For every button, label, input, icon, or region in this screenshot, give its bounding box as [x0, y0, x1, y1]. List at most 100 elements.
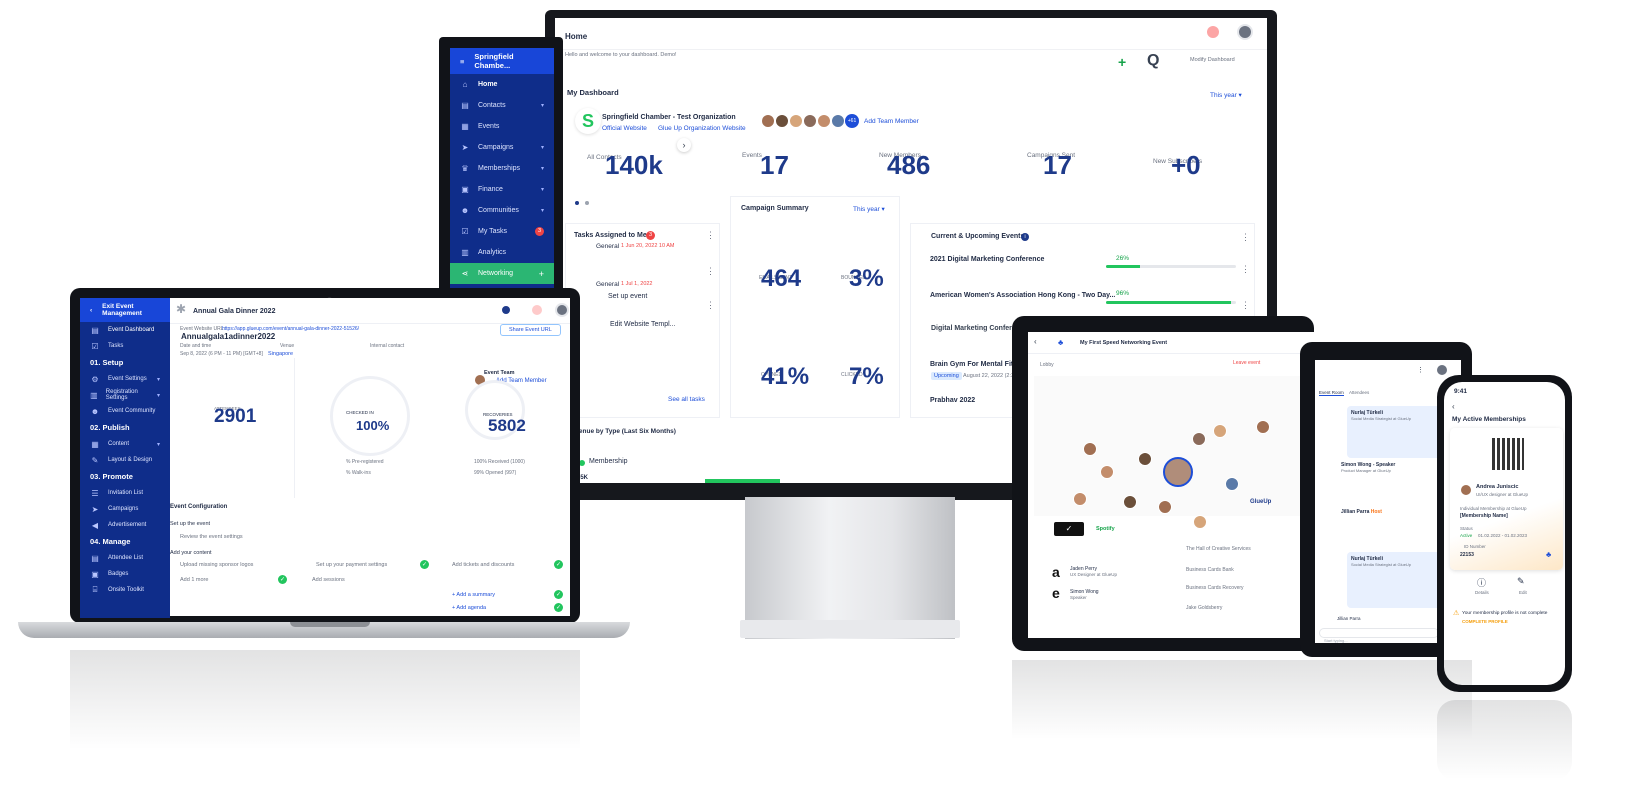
- config-item[interactable]: + Add a summary: [452, 592, 495, 598]
- attendee-avatar[interactable]: [1123, 495, 1137, 509]
- list-item[interactable]: The Hall of Creative Services: [1186, 546, 1251, 552]
- event-name[interactable]: 2021 Digital Marketing Conference: [930, 256, 1044, 263]
- avatar: [831, 114, 845, 128]
- tab-event-room[interactable]: Event Room: [1319, 390, 1344, 396]
- config-setup-item[interactable]: Review the event settings: [180, 534, 243, 540]
- sidebar-item-campaigns[interactable]: ➤ Campaigns ▾: [450, 137, 554, 158]
- sidebar-item-event-community[interactable]: ☻ Event Community: [80, 403, 170, 419]
- carousel-dot[interactable]: [575, 201, 579, 205]
- more-icon[interactable]: ⋮: [1241, 232, 1250, 243]
- stat-card[interactable]: New Subscribers +0: [1113, 130, 1263, 210]
- attendee-avatar[interactable]: [1083, 442, 1097, 456]
- config-item[interactable]: Set up your payment settings: [316, 562, 387, 568]
- attendee-avatar[interactable]: [1192, 432, 1206, 446]
- carousel-dot[interactable]: [585, 201, 589, 205]
- back-arrow-icon[interactable]: ‹: [1034, 337, 1037, 346]
- edit-button[interactable]: Edit: [1519, 590, 1527, 595]
- attendee-avatar[interactable]: [1163, 457, 1193, 487]
- sidebar-item-advertisement[interactable]: ◀ Advertisement: [80, 517, 170, 533]
- more-icon[interactable]: ⋮: [706, 300, 715, 311]
- sidebar-item-tasks[interactable]: ☑ Tasks: [80, 338, 170, 354]
- task-name[interactable]: Edit Website Templ...: [610, 321, 676, 328]
- config-item[interactable]: Add sessions: [312, 577, 345, 583]
- venue-value[interactable]: Singapore: [268, 351, 293, 357]
- more-icon[interactable]: ⋮: [1241, 300, 1250, 311]
- carousel-next-icon[interactable]: ›: [677, 138, 691, 152]
- chat-avatar[interactable]: [1437, 365, 1447, 375]
- add-team-member-link[interactable]: Add Team Member: [864, 118, 919, 125]
- edit-icon[interactable]: ✎: [1517, 576, 1525, 587]
- sidebar-item-attendee-list[interactable]: ▤ Attendee List: [80, 550, 170, 566]
- sidebar-item-event-settings[interactable]: ⚙ Event Settings ▾: [80, 371, 170, 387]
- event-name[interactable]: Prabhav 2022: [930, 397, 975, 404]
- exit-event-management[interactable]: ‹ Exit Event Management: [80, 298, 170, 322]
- bell-icon[interactable]: [532, 305, 542, 315]
- sidebar-item-event-dashboard[interactable]: ▤ Event Dashboard: [80, 322, 170, 338]
- chat-input[interactable]: Start typing...: [1319, 628, 1439, 643]
- sidebar-item-contacts[interactable]: ▤ Contacts ▾: [450, 95, 554, 116]
- attendee-avatar[interactable]: [1073, 492, 1087, 506]
- task-name[interactable]: Set up event: [608, 293, 647, 300]
- sidebar-item-networking[interactable]: ⋖ Networking +: [450, 263, 554, 284]
- more-icon[interactable]: ⋮: [706, 266, 715, 277]
- user-avatar[interactable]: [555, 303, 569, 317]
- attendee-avatar[interactable]: [1158, 500, 1172, 514]
- info-icon[interactable]: [502, 306, 510, 314]
- period-select[interactable]: This year ▾: [1210, 91, 1242, 99]
- bell-icon[interactable]: [1207, 26, 1219, 38]
- sidebar-item-events[interactable]: ▦ Events: [450, 116, 554, 137]
- attendee-avatar[interactable]: [1256, 420, 1270, 434]
- sidebar-item-finance[interactable]: ▣ Finance ▾: [450, 179, 554, 200]
- stat-card[interactable]: Campaigns Sent 17: [975, 130, 1105, 210]
- details-icon[interactable]: ⓘ: [1477, 576, 1486, 589]
- menu-icon[interactable]: ≡: [460, 57, 464, 66]
- details-button[interactable]: Details: [1475, 590, 1489, 595]
- sidebar-item-content[interactable]: ▦ Content ▾: [80, 436, 170, 452]
- share-event-url-button[interactable]: Share Event URL: [500, 324, 561, 336]
- attendee-avatar[interactable]: [1138, 452, 1152, 466]
- sidebar-item-layout-design[interactable]: ✎ Layout & Design: [80, 452, 170, 468]
- more-icon[interactable]: ⋮: [1241, 264, 1250, 275]
- user-avatar[interactable]: [1237, 24, 1253, 40]
- sidebar-item-campaigns[interactable]: ➤ Campaigns: [80, 501, 170, 517]
- org-switcher[interactable]: ≡ Springfield Chambe...: [450, 48, 554, 74]
- attendee-avatar[interactable]: [1213, 424, 1227, 438]
- sidebar-item-communities[interactable]: ☻ Communities ▾: [450, 200, 554, 221]
- campaign-period-select[interactable]: This year ▾: [853, 205, 885, 213]
- complete-profile-link[interactable]: COMPLETE PROFILE: [1462, 619, 1508, 624]
- tab-attendees[interactable]: Attendees: [1349, 390, 1369, 395]
- see-all-tasks-link[interactable]: See all tasks: [668, 396, 705, 403]
- send-icon: ➤: [91, 504, 99, 514]
- sidebar-item-badges[interactable]: ▣ Badges: [80, 566, 170, 582]
- attendee-avatar[interactable]: [1100, 465, 1114, 479]
- sidebar-item-analytics[interactable]: ▥ Analytics: [450, 242, 554, 263]
- leave-event-button[interactable]: Leave event: [1233, 360, 1260, 366]
- search-icon[interactable]: Q: [1147, 52, 1159, 70]
- config-item[interactable]: Add tickets and discounts: [452, 562, 514, 568]
- sidebar-item-invitation-list[interactable]: ☰ Invitation List: [80, 485, 170, 501]
- membership-card[interactable]: Andrea Juniscic UI/UX designer at GlueUp…: [1450, 428, 1563, 570]
- more-icon[interactable]: ⋮: [706, 230, 715, 241]
- sidebar-item-memberships[interactable]: ♛ Memberships ▾: [450, 158, 554, 179]
- back-arrow-icon[interactable]: ‹: [1452, 402, 1455, 411]
- list-item[interactable]: Business Cards Bank: [1186, 567, 1234, 573]
- add-icon[interactable]: +: [1118, 54, 1126, 70]
- attendee-avatar[interactable]: [1193, 515, 1207, 529]
- tasks-count-badge: 3: [646, 231, 655, 240]
- config-item[interactable]: Upload missing sponsor logos: [180, 562, 253, 568]
- config-item[interactable]: + Add agenda: [452, 605, 486, 611]
- avatar: [761, 114, 775, 128]
- event-name[interactable]: American Women's Association Hong Kong -…: [930, 292, 1115, 299]
- list-item[interactable]: Jake Goldsberry: [1186, 605, 1222, 611]
- modify-dashboard-link[interactable]: Modify Dashboard: [1190, 57, 1235, 63]
- config-item[interactable]: Add 1 more: [180, 577, 208, 583]
- sidebar-item-registration-settings[interactable]: ▥ Registration Settings ▾: [80, 387, 170, 403]
- stat-card[interactable]: All Contacts 140k: [563, 130, 693, 210]
- sidebar-item-my-tasks[interactable]: ☑ My Tasks 3: [450, 221, 554, 242]
- chat-more-icon[interactable]: ⋮: [1417, 366, 1424, 374]
- sidebar-item-onsite-toolkit[interactable]: ⌸ Onsite Toolkit: [80, 582, 170, 598]
- attendee-avatar[interactable]: [1225, 477, 1239, 491]
- list-item[interactable]: Business Cards Recovery: [1186, 585, 1244, 591]
- add-icon[interactable]: +: [539, 269, 544, 279]
- sidebar-item-home[interactable]: ⌂ Home: [450, 74, 554, 95]
